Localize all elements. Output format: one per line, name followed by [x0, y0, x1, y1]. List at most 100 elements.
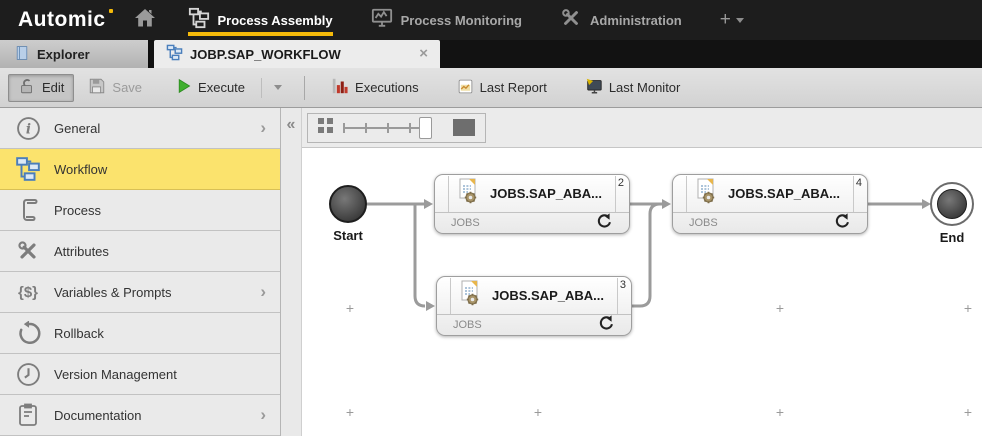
brand-trademark — [109, 9, 113, 13]
workflow-connectors — [302, 148, 982, 436]
zoom-preview-icon[interactable] — [453, 119, 475, 136]
last-monitor-button[interactable]: Last Monitor — [575, 74, 691, 102]
variables-icon: {$} — [13, 284, 43, 301]
sidebar-item-label: Rollback — [54, 326, 104, 341]
tab-workflow-document[interactable]: JOBP.SAP_WORKFLOW × — [154, 40, 440, 68]
sidebar-item-rollback[interactable]: Rollback — [0, 313, 280, 354]
drop-target-plus[interactable]: + — [964, 303, 972, 313]
drop-target-plus[interactable]: + — [346, 303, 354, 313]
tools-icon — [13, 239, 43, 263]
grid-layout-icon[interactable] — [318, 118, 333, 138]
chevron-right-icon: › — [260, 408, 266, 422]
nav-item-process-assembly[interactable]: Process Assembly — [188, 0, 333, 40]
chevron-down-icon — [274, 85, 282, 90]
divider — [261, 78, 262, 98]
drop-target-plus[interactable]: + — [534, 407, 542, 417]
brand-text: Automic — [18, 8, 106, 31]
execute-button[interactable]: Execute — [166, 74, 255, 102]
sidebar-item-variables-prompts[interactable]: {$} Variables & Prompts › — [0, 272, 280, 313]
slider-tick — [409, 123, 411, 133]
edit-button[interactable]: Edit — [8, 74, 74, 102]
zoom-slider-handle[interactable] — [419, 117, 432, 139]
save-icon — [88, 77, 106, 98]
node-left-divider — [448, 176, 449, 212]
sidebar-gutter: « — [281, 108, 302, 436]
task-index: 3 — [620, 279, 626, 291]
home-button[interactable] — [132, 7, 158, 33]
node-right-divider — [615, 176, 616, 212]
nav-item-label: Process Monitoring — [401, 13, 522, 28]
tab-label: Explorer — [37, 47, 90, 62]
sap-job-icon — [457, 178, 481, 209]
add-perspective-button[interactable]: + — [720, 9, 744, 31]
end-node-label: End — [940, 230, 965, 245]
end-node[interactable] — [930, 182, 974, 226]
padlock-open-icon — [18, 77, 36, 98]
task-index: 2 — [618, 177, 624, 189]
execute-options-dropdown[interactable] — [268, 81, 288, 94]
script-icon — [13, 198, 43, 222]
save-button[interactable]: Save — [78, 74, 152, 102]
last-report-button[interactable]: Last Report — [447, 74, 557, 102]
svg-text:i: i — [25, 121, 30, 137]
home-icon — [133, 6, 157, 35]
tab-explorer[interactable]: Explorer — [0, 40, 150, 68]
node-left-divider — [450, 278, 451, 314]
zoom-slider[interactable] — [343, 116, 443, 140]
collapse-sidebar-button[interactable]: « — [281, 108, 301, 142]
button-label: Save — [112, 80, 142, 95]
sidebar-item-process[interactable]: Process — [0, 190, 280, 231]
drop-target-plus[interactable]: + — [776, 303, 784, 313]
sidebar-item-label: Version Management — [54, 367, 177, 382]
drop-target-plus[interactable]: + — [776, 407, 784, 417]
button-label: Execute — [198, 80, 245, 95]
start-node-label: Start — [333, 228, 363, 243]
chevron-right-icon: › — [260, 285, 266, 299]
sidebar-item-attributes[interactable]: Attributes — [0, 231, 280, 272]
restart-icon[interactable] — [598, 315, 614, 336]
nav-item-process-monitoring[interactable]: Process Monitoring — [371, 0, 522, 40]
nav-item-label: Administration — [590, 13, 682, 28]
workflow-task-node-4[interactable]: 4 JOBS.SAP_ABA... JOBS — [672, 174, 868, 234]
executions-button[interactable]: Executions — [321, 74, 429, 102]
button-label: Last Monitor — [609, 80, 681, 95]
workflow-task-node-3[interactable]: 3 JOBS.SAP_ABA... JOBS — [436, 276, 632, 336]
restart-icon[interactable] — [596, 213, 612, 234]
node-right-divider — [853, 176, 854, 212]
task-type-badge: JOBS — [453, 319, 482, 331]
sidebar-item-label: Process — [54, 203, 101, 218]
sap-job-icon — [459, 280, 483, 311]
sidebar-item-documentation[interactable]: Documentation › — [0, 395, 280, 436]
rollback-icon — [13, 321, 43, 346]
automic-logo: Automic — [18, 8, 106, 32]
info-icon: i — [13, 116, 43, 141]
sidebar-item-version-management[interactable]: Version Management — [0, 354, 280, 395]
sidebar-item-label: Attributes — [54, 244, 109, 259]
workflow-canvas[interactable]: Start End 2 JOBS.SAP_ABA... JOBS — [302, 148, 982, 436]
drop-target-plus[interactable]: + — [964, 407, 972, 417]
sidebar-item-label: Workflow — [54, 162, 107, 177]
clock-icon — [13, 362, 43, 387]
slider-tick — [387, 123, 389, 133]
restart-icon[interactable] — [834, 213, 850, 234]
sidebar-item-label: Documentation — [54, 408, 141, 423]
zoom-control — [307, 113, 486, 143]
node-right-divider — [617, 278, 618, 314]
task-index: 4 — [856, 177, 862, 189]
explorer-icon — [14, 45, 30, 64]
nav-item-administration[interactable]: Administration — [560, 0, 682, 40]
close-icon[interactable]: × — [419, 46, 428, 61]
task-title: JOBS.SAP_ABA... — [728, 186, 840, 201]
workflow-task-node-2[interactable]: 2 JOBS.SAP_ABA... JOBS — [434, 174, 630, 234]
end-node-inner — [937, 189, 967, 219]
drop-target-plus[interactable]: + — [346, 407, 354, 417]
workflow-tab-icon — [166, 44, 183, 64]
start-node[interactable] — [329, 185, 367, 223]
chevron-down-icon — [736, 18, 744, 23]
sidebar-item-workflow[interactable]: Workflow — [0, 149, 280, 190]
node-left-divider — [686, 176, 687, 212]
sidebar-item-general[interactable]: i General › — [0, 108, 280, 149]
process-monitoring-icon — [371, 7, 393, 34]
document-toolbar: Edit Save Execute Executions Last Report… — [0, 68, 982, 108]
button-label: Last Report — [480, 80, 547, 95]
